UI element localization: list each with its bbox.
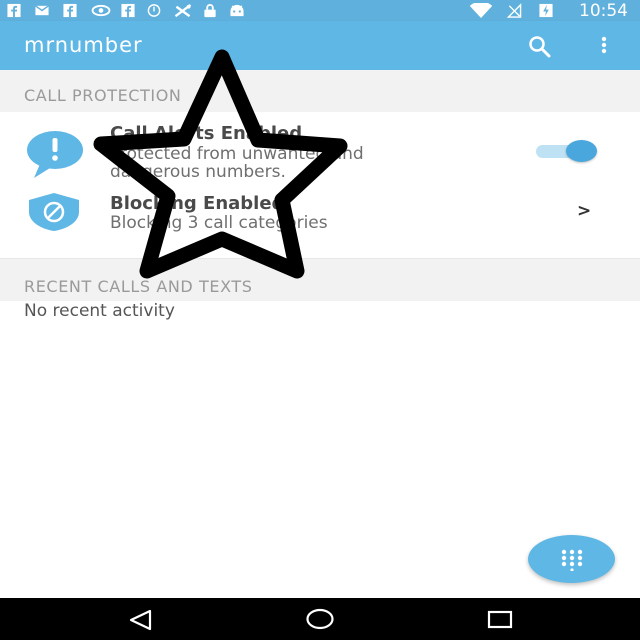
eye-icon bbox=[91, 4, 111, 17]
navigation-bar bbox=[0, 598, 640, 640]
facebook-icon bbox=[7, 3, 21, 18]
chevron-right-icon[interactable]: > bbox=[577, 201, 591, 221]
no-sim-icon bbox=[506, 3, 522, 18]
dialpad-fab-button[interactable] bbox=[528, 535, 615, 583]
lock-icon bbox=[204, 4, 216, 18]
alert-bubble-icon bbox=[27, 131, 83, 178]
more-vert-icon[interactable] bbox=[599, 34, 609, 56]
no-signal-icon bbox=[174, 3, 192, 18]
blocking-row[interactable]: Blocking Enabled Blocking 3 call categor… bbox=[0, 184, 640, 258]
section-header-label: RECENT CALLS AND TEXTS bbox=[24, 277, 253, 296]
app-bar: mrnumber bbox=[0, 21, 640, 70]
facebook-icon bbox=[121, 3, 135, 18]
blocking-title: Blocking Enabled bbox=[110, 193, 285, 214]
wifi-icon bbox=[469, 3, 493, 18]
section-header-label: CALL PROTECTION bbox=[24, 86, 182, 105]
back-icon[interactable] bbox=[128, 609, 154, 631]
mail-icon bbox=[35, 5, 49, 16]
mrnumber-logo: mrnumber bbox=[24, 37, 143, 55]
status-bar: 10:54 bbox=[0, 0, 640, 21]
shield-block-icon bbox=[29, 193, 79, 231]
toggle-knob[interactable] bbox=[566, 140, 597, 162]
call-alerts-subtitle-line2: dangerous numbers. bbox=[110, 162, 286, 182]
battery-charging-icon bbox=[539, 3, 553, 18]
home-icon[interactable] bbox=[305, 607, 335, 631]
facebook-icon bbox=[63, 3, 77, 18]
android-icon bbox=[230, 4, 244, 17]
sync-icon bbox=[147, 4, 161, 17]
dialpad-icon bbox=[561, 549, 583, 571]
recents-icon[interactable] bbox=[487, 610, 513, 630]
search-icon[interactable] bbox=[527, 35, 553, 59]
logo-text: mrnumber bbox=[24, 37, 143, 55]
empty-state-text: No recent activity bbox=[24, 301, 175, 321]
call-alerts-subtitle-line1: Protected from unwanted and bbox=[110, 144, 364, 164]
blocking-subtitle: Blocking 3 call categories bbox=[110, 213, 328, 233]
call-alerts-title: Call Alerts Enabled bbox=[110, 123, 303, 144]
section-header-recent: RECENT CALLS AND TEXTS bbox=[0, 259, 640, 301]
status-time: 10:54 bbox=[579, 1, 628, 21]
section-header-call-protection: CALL PROTECTION bbox=[0, 70, 640, 112]
